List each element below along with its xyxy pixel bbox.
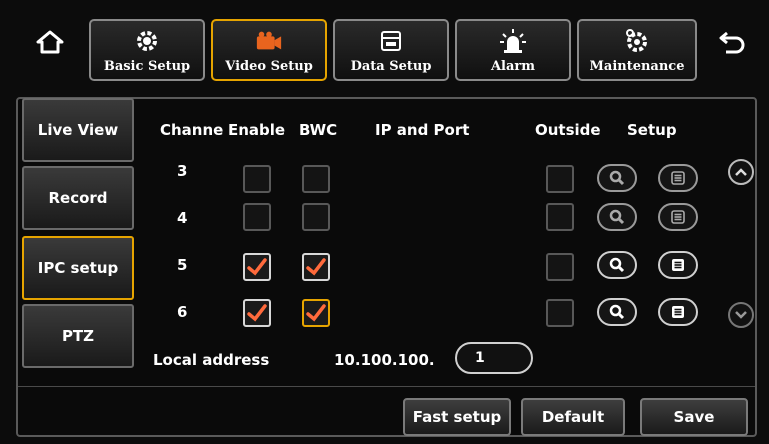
chevron-down-icon <box>735 311 747 319</box>
checkmark-icon <box>247 258 267 276</box>
tab-label: Basic Setup <box>103 59 191 74</box>
search-button[interactable] <box>597 203 637 231</box>
sidebar-item-label: IPC setup <box>37 259 119 277</box>
alarm-light-icon <box>499 27 527 55</box>
enable-checkbox[interactable] <box>243 299 271 327</box>
header-ip-port: IP and Port <box>375 121 470 139</box>
tab-data-setup[interactable]: Data Setup <box>333 19 449 81</box>
home-icon <box>36 30 64 54</box>
search-icon <box>609 304 625 320</box>
local-address-prefix: 10.100.100. <box>334 351 435 369</box>
checkmark-icon <box>247 304 267 322</box>
search-button[interactable] <box>597 298 637 326</box>
list-icon <box>671 171 685 185</box>
bwc-checkbox[interactable] <box>302 165 330 193</box>
checkmark-icon <box>306 304 326 322</box>
settings-list-button[interactable] <box>658 251 698 279</box>
tab-label: Maintenance <box>589 59 685 74</box>
scroll-down-button[interactable] <box>728 302 754 328</box>
tab-maintenance[interactable]: Maintenance <box>577 19 697 81</box>
save-button[interactable]: Save <box>640 398 748 436</box>
bwc-checkbox[interactable] <box>302 203 330 231</box>
tab-video-setup[interactable]: Video Setup <box>211 19 327 81</box>
sidebar-item-record[interactable]: Record <box>22 166 134 230</box>
bwc-checkbox[interactable] <box>302 299 330 327</box>
scroll-up-button[interactable] <box>728 159 754 185</box>
sidebar-item-ipc-setup[interactable]: IPC setup <box>22 236 134 300</box>
outside-checkbox[interactable] <box>546 299 574 327</box>
sidebar-item-live-view[interactable]: Live View <box>22 98 134 162</box>
storage-icon <box>377 27 405 55</box>
header-setup: Setup <box>627 121 677 139</box>
gear-icon <box>133 27 161 55</box>
tab-alarm[interactable]: Alarm <box>455 19 571 81</box>
list-icon <box>672 306 684 318</box>
list-icon <box>671 210 685 224</box>
enable-checkbox[interactable] <box>243 165 271 193</box>
channel-number: 6 <box>177 303 188 321</box>
search-icon <box>609 209 625 225</box>
settings-list-button[interactable] <box>658 298 698 326</box>
sidebar-item-label: Live View <box>37 121 119 139</box>
local-address-input[interactable]: 1 <box>455 342 533 374</box>
settings-list-button[interactable] <box>658 164 698 192</box>
header-enable: Enable <box>228 121 286 139</box>
outside-checkbox[interactable] <box>546 203 574 231</box>
settings-list-button[interactable] <box>658 203 698 231</box>
enable-checkbox[interactable] <box>243 203 271 231</box>
default-button[interactable]: Default <box>521 398 625 436</box>
header-outside: Outside <box>535 121 601 139</box>
sidebar-item-ptz[interactable]: PTZ <box>22 304 134 368</box>
bwc-checkbox[interactable] <box>302 253 330 281</box>
dvr-settings-screen: Basic Setup Video Setup Data Setup Alarm… <box>0 0 769 444</box>
local-address-label: Local address <box>153 351 270 369</box>
header-channel: Channe <box>160 121 224 139</box>
header-bwc: BWC <box>299 121 338 139</box>
outside-checkbox[interactable] <box>546 165 574 193</box>
sidebar-item-label: PTZ <box>61 327 95 345</box>
enable-checkbox[interactable] <box>243 253 271 281</box>
home-button[interactable] <box>30 22 70 62</box>
maintenance-gear-icon <box>623 27 651 55</box>
list-icon <box>672 259 684 271</box>
chevron-up-icon <box>735 168 747 176</box>
tab-label: Data Setup <box>350 59 432 74</box>
search-button[interactable] <box>597 164 637 192</box>
fast-setup-button[interactable]: Fast setup <box>403 398 511 436</box>
search-button[interactable] <box>597 251 637 279</box>
back-arrow-icon <box>719 31 745 54</box>
search-icon <box>609 170 625 186</box>
tab-label: Video Setup <box>225 59 313 74</box>
checkmark-icon <box>306 258 326 276</box>
outside-checkbox[interactable] <box>546 253 574 281</box>
video-camera-icon <box>255 27 283 55</box>
tab-label: Alarm <box>490 59 536 74</box>
tab-basic-setup[interactable]: Basic Setup <box>89 19 205 81</box>
channel-number: 5 <box>177 256 188 274</box>
sidebar-item-label: Record <box>48 189 108 207</box>
channel-number: 3 <box>177 162 188 180</box>
back-button[interactable] <box>712 22 752 62</box>
search-icon <box>609 257 625 273</box>
channel-number: 4 <box>177 209 188 227</box>
divider <box>18 386 755 387</box>
